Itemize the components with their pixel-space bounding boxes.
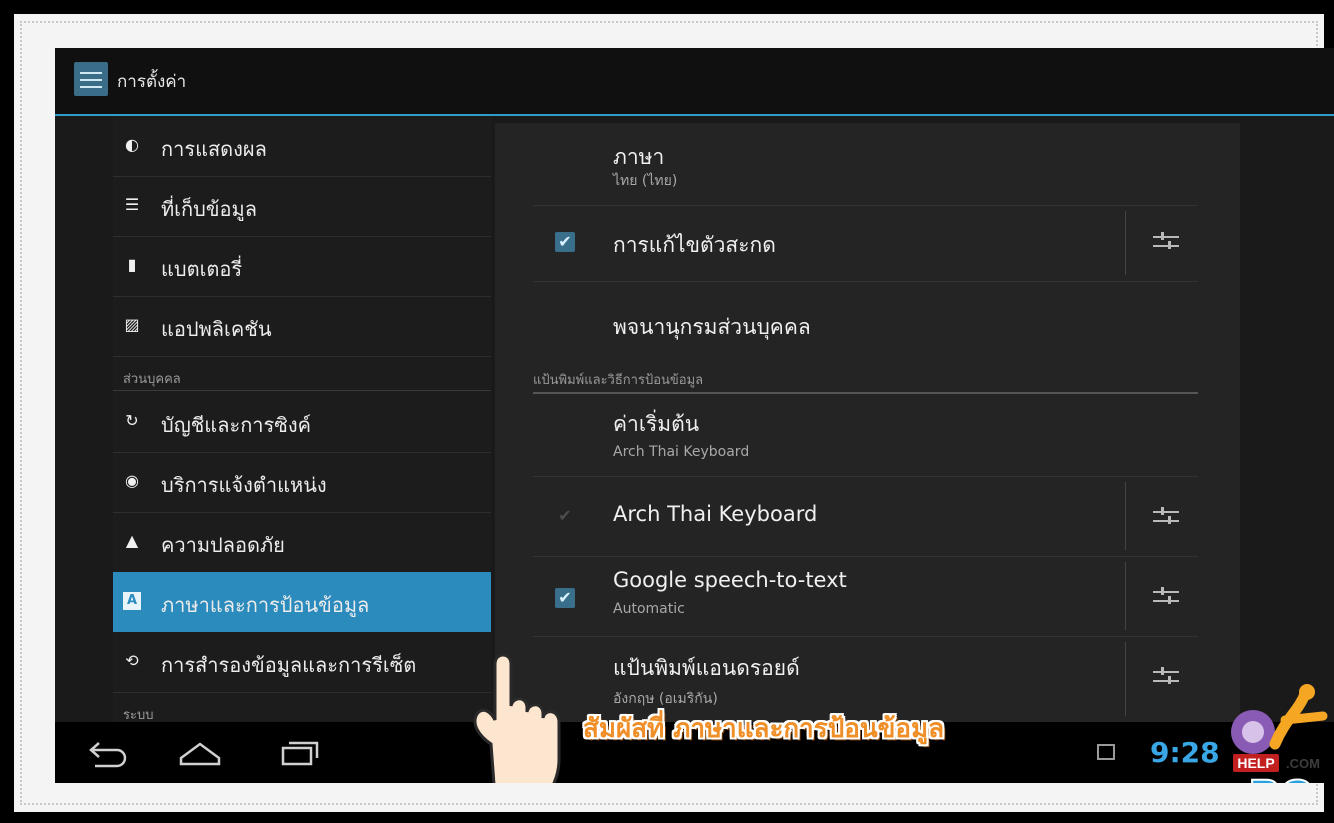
- menu-item-backup-reset[interactable]: ⟲ การสำรองข้อมูลและการรีเซ็ต: [113, 632, 491, 693]
- home-icon[interactable]: [177, 738, 223, 768]
- google-speech-settings-icon[interactable]: [1153, 586, 1179, 608]
- storage-icon: ☰: [124, 195, 140, 214]
- setting-title: ค่าเริ่มต้น: [613, 412, 700, 436]
- menu-item-label: แอปพลิเคชัน: [161, 317, 272, 341]
- logo-com-text: .COM: [1286, 756, 1320, 771]
- pointing-hand-icon: [473, 653, 561, 783]
- apps-icon: ▨: [124, 315, 140, 334]
- setting-arch-thai-keyboard[interactable]: ✔ Arch Thai Keyboard: [533, 476, 1198, 557]
- setting-title: การแก้ไขตัวสะกด: [613, 233, 776, 257]
- menu-item-accounts-sync[interactable]: ↻ บัญชีและการซิงค์: [113, 392, 491, 453]
- setting-title: Arch Thai Keyboard: [613, 502, 818, 526]
- setting-summary: Arch Thai Keyboard: [613, 444, 750, 460]
- divider: [1125, 211, 1126, 275]
- setting-title: พจนานุกรมส่วนบุคคล: [613, 315, 811, 339]
- spell-checker-settings-icon[interactable]: [1153, 231, 1179, 253]
- app-title: การตั้งค่า: [117, 72, 187, 92]
- logo-pc-text: PC: [1249, 770, 1313, 783]
- section-divider: [113, 390, 491, 391]
- lock-icon: ▲: [125, 531, 139, 550]
- sync-icon: ↻: [125, 411, 139, 430]
- backup-icon: ⟲: [125, 651, 139, 670]
- recent-apps-icon[interactable]: [277, 738, 321, 768]
- keyboard-language-icon: A: [123, 592, 141, 610]
- google-speech-checkbox[interactable]: ✔: [555, 588, 575, 608]
- menu-item-label: การสำรองข้อมูลและการรีเซ็ต: [161, 653, 417, 677]
- setting-summary: อังกฤษ (อเมริกัน): [613, 691, 718, 707]
- menu-item-label: แบตเตอรี่: [161, 257, 243, 281]
- menu-item-label: ภาษาและการป้อนข้อมูล: [161, 593, 370, 617]
- back-icon[interactable]: [85, 738, 129, 768]
- divider: [1125, 562, 1126, 630]
- menu-item-battery[interactable]: ▮ แบตเตอรี่: [113, 236, 491, 297]
- action-bar: การตั้งค่า: [55, 48, 1334, 116]
- menu-item-security[interactable]: ▲ ความปลอดภัย: [113, 512, 491, 573]
- settings-category-list: ◐ การแสดงผล ☰ ที่เก็บข้อมูล ▮ แบตเตอรี่ …: [113, 116, 491, 723]
- setting-summary: Automatic: [613, 601, 685, 617]
- menu-item-label: ความปลอดภัย: [161, 533, 285, 557]
- setting-spell-checker[interactable]: ✔ การแก้ไขตัวสะกด: [533, 205, 1198, 282]
- menu-item-language-input[interactable]: A ภาษาและการป้อนข้อมูล: [113, 572, 491, 632]
- section-header-personal: ส่วนบุคคล: [123, 372, 181, 387]
- divider: [1125, 642, 1126, 716]
- gallery-notification-icon[interactable]: [1097, 744, 1115, 760]
- menu-item-label: บัญชีและการซิงค์: [161, 413, 311, 437]
- settings-sliders-icon[interactable]: [74, 62, 108, 96]
- logo-help-text: HELP: [1237, 755, 1274, 771]
- spell-checker-checkbox[interactable]: ✔: [555, 232, 575, 252]
- setting-summary: ไทย (ไทย): [613, 173, 678, 189]
- setting-google-speech[interactable]: ✔ Google speech-to-text Automatic: [533, 556, 1198, 637]
- menu-item-display[interactable]: ◐ การแสดงผล: [113, 116, 491, 177]
- android-keyboard-settings-icon[interactable]: [1153, 666, 1179, 688]
- brightness-icon: ◐: [125, 135, 139, 154]
- section-header-keyboard: แป้นพิมพ์และวิธีการป้อนข้อมูล: [533, 373, 704, 388]
- instruction-caption: สัมผัสที่ ภาษาและการป้อนข้อมูล: [583, 714, 945, 744]
- setting-language[interactable]: ภาษา ไทย (ไทย): [533, 123, 1198, 206]
- setting-personal-dictionary[interactable]: พจนานุกรมส่วนบุคคล: [533, 281, 1198, 357]
- language-input-settings-panel: ภาษา ไทย (ไทย) ✔ การแก้ไขตัวสะกด พจนานุก…: [495, 123, 1240, 722]
- arch-thai-settings-icon[interactable]: [1153, 506, 1179, 528]
- divider: [1125, 482, 1126, 550]
- setting-title: แป้นพิมพ์แอนดรอยด์: [613, 656, 800, 680]
- setting-default-input[interactable]: ค่าเริ่มต้น Arch Thai Keyboard: [533, 394, 1198, 477]
- location-icon: ◉: [125, 471, 139, 490]
- clock[interactable]: 9:28: [1150, 736, 1220, 769]
- arch-thai-checkbox: ✔: [558, 506, 572, 525]
- menu-item-storage[interactable]: ☰ ที่เก็บข้อมูล: [113, 176, 491, 237]
- menu-item-apps[interactable]: ▨ แอปพลิเคชัน: [113, 296, 491, 357]
- menu-item-label: การแสดงผล: [161, 137, 267, 161]
- menu-item-label: บริการแจ้งตำแหน่ง: [161, 473, 327, 497]
- setting-title: Google speech-to-text: [613, 568, 847, 592]
- menu-item-label: ที่เก็บข้อมูล: [161, 197, 257, 221]
- helpcom-pc-logo: HELP .COM PC: [1231, 684, 1328, 783]
- battery-icon: ▮: [127, 255, 137, 274]
- tablet-screen: การตั้งค่า ◐ การแสดงผล ☰ ที่เก็บข้อมูล ▮…: [55, 48, 1334, 783]
- menu-item-location[interactable]: ◉ บริการแจ้งตำแหน่ง: [113, 452, 491, 513]
